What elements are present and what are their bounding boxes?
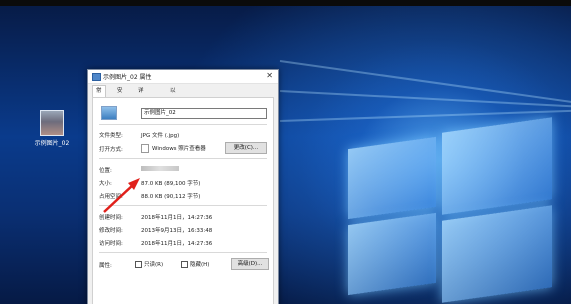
annotation-arrow — [103, 178, 140, 213]
desktop: 示例图片_02 示例图片_02 属性 ✕ 常规 安全 详细信息 以前的版本 示例… — [0, 0, 571, 304]
